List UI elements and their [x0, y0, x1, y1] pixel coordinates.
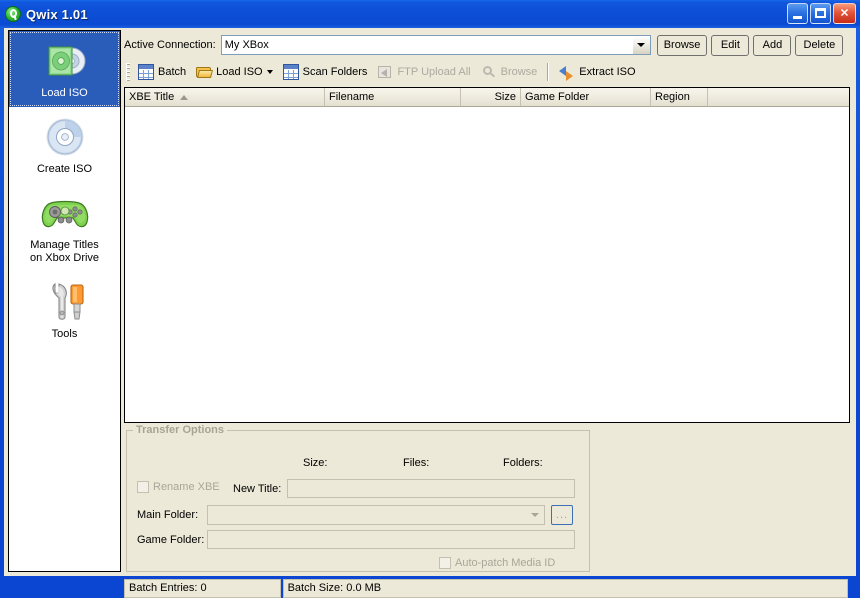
column-header-label: XBE Title — [129, 91, 175, 103]
column-header-filler — [708, 88, 849, 106]
list-body[interactable] — [125, 107, 849, 422]
main-folder-label: Main Folder: — [137, 509, 199, 521]
files-label: Files: — [403, 457, 430, 469]
column-header-label: Filename — [329, 91, 375, 103]
wrench-screwdriver-icon — [11, 279, 118, 325]
active-connection-combobox[interactable]: My XBox — [220, 35, 651, 55]
cd-disc-blue-icon — [11, 114, 118, 160]
sort-ascending-icon — [180, 94, 189, 100]
sidebar-item-tools[interactable]: Tools — [9, 272, 120, 348]
minimize-icon — [793, 16, 802, 19]
transfer-options-title: Transfer Options — [133, 424, 228, 436]
list-header: XBE Title Filename Size Game Folder Regi… — [125, 88, 849, 107]
column-header-xbe-title[interactable]: XBE Title — [125, 88, 325, 106]
toolbar-button-load-iso[interactable]: Load ISO — [191, 61, 277, 83]
toolbar-button-label: Browse — [500, 66, 538, 78]
grid-table-icon — [282, 64, 299, 80]
toolbar-button-label: Extract ISO — [579, 66, 636, 78]
qwix-logo-icon — [5, 6, 21, 22]
auto-patch-media-id-checkbox: Auto-patch Media ID — [439, 557, 555, 569]
column-header-size[interactable]: Size — [461, 88, 521, 106]
active-connection-label: Active Connection: — [124, 39, 216, 51]
title-list-view[interactable]: XBE Title Filename Size Game Folder Regi… — [124, 87, 850, 423]
chevron-down-icon — [531, 513, 539, 517]
main-folder-combobox — [207, 505, 545, 525]
edit-connection-button[interactable]: Edit — [711, 34, 750, 56]
client-area: Load ISO Create ISO Manage Titles on Xbo… — [4, 28, 856, 598]
close-button[interactable]: ✕ — [833, 3, 856, 24]
window-controls: ✕ — [787, 3, 856, 24]
new-title-input — [287, 479, 575, 498]
sidebar-item-label-line1: Manage Titles — [30, 239, 99, 251]
grid-table-icon — [138, 64, 154, 80]
status-batch-size: Batch Size: 0.0 MB — [282, 578, 848, 598]
close-icon: ✕ — [839, 7, 850, 19]
rename-xbe-label: Rename XBE — [153, 481, 220, 493]
browse-connection-button[interactable]: Browse — [656, 34, 708, 56]
toolbar-button-ftp-upload-all: FTP Upload All — [372, 61, 475, 83]
sidebar-item-label: Tools — [51, 328, 78, 340]
auto-patch-media-id-label: Auto-patch Media ID — [455, 557, 556, 569]
new-title-label: New Title: — [233, 483, 282, 495]
column-header-label: Game Folder — [525, 91, 590, 103]
toolbar-button-label: FTP Upload All — [397, 66, 471, 78]
window-title: Qwix 1.01 — [26, 6, 88, 22]
iso-disc-green-icon — [11, 38, 118, 84]
toolbar-button-extract-iso[interactable]: Extract ISO — [554, 61, 640, 83]
column-header-filename[interactable]: Filename — [325, 88, 461, 106]
sidebar-item-label: Manage Titles on Xbox Drive — [11, 239, 118, 265]
toolbar-button-label: Scan Folders — [302, 66, 368, 78]
game-folder-input — [207, 530, 575, 549]
toolbar-button-scan-folders[interactable]: Scan Folders — [278, 61, 373, 83]
game-folder-label: Game Folder: — [137, 534, 205, 546]
transfer-options-group: Transfer Options Size: Files: Folders: R… — [126, 424, 590, 572]
toolbar: Batch Load ISO Scan Folders FTP Upload A… — [124, 60, 850, 84]
maximize-icon — [815, 8, 826, 18]
extract-arrows-icon — [559, 64, 575, 81]
sidebar: Load ISO Create ISO Manage Titles on Xbo… — [8, 30, 121, 572]
main-folder-browse-button[interactable]: ... — [551, 505, 573, 525]
column-header-label: Region — [655, 91, 690, 103]
toolbar-button-browse: Browse — [476, 61, 543, 83]
size-label: Size: — [303, 457, 328, 469]
application-window: Qwix 1.01 ✕ Load ISO Create ISO Manage T… — [0, 0, 860, 598]
upload-icon — [377, 64, 393, 80]
status-batch-entries: Batch Entries: 0 — [124, 578, 281, 598]
active-connection-value: My XBox — [224, 39, 269, 51]
minimize-button[interactable] — [787, 3, 808, 24]
chevron-down-icon[interactable] — [266, 70, 273, 74]
toolbar-button-label: Batch — [158, 66, 187, 78]
sidebar-item-create-iso[interactable]: Create ISO — [9, 107, 120, 183]
chevron-down-icon[interactable] — [631, 36, 650, 54]
sidebar-item-label-line2: on Xbox Drive — [29, 252, 100, 264]
sidebar-item-manage-titles[interactable]: Manage Titles on Xbox Drive — [9, 183, 120, 272]
maximize-button[interactable] — [810, 3, 831, 24]
checkbox-icon — [439, 557, 451, 569]
toolbar-button-batch[interactable]: Batch — [133, 61, 191, 83]
rename-xbe-checkbox: Rename XBE — [137, 481, 220, 493]
sidebar-item-label: Create ISO — [36, 163, 93, 175]
column-header-label: Size — [494, 91, 516, 103]
xbox-controller-green-icon — [11, 190, 118, 236]
toolbar-grip[interactable] — [126, 63, 130, 81]
column-header-game-folder[interactable]: Game Folder — [521, 88, 651, 106]
open-folder-icon — [196, 64, 212, 80]
delete-connection-button[interactable]: Delete — [795, 34, 844, 56]
magnifier-icon — [481, 64, 497, 80]
main-pane: Active Connection: My XBox Browse Edit A… — [122, 30, 852, 598]
toolbar-separator — [547, 63, 550, 81]
status-bar: Batch Entries: 0 Batch Size: 0.0 MB — [124, 578, 850, 598]
toolbar-button-label: Load ISO — [216, 66, 263, 78]
column-header-region[interactable]: Region — [651, 88, 708, 106]
sidebar-item-load-iso[interactable]: Load ISO — [9, 31, 120, 107]
connection-bar: Active Connection: My XBox Browse Edit A… — [124, 34, 850, 56]
add-connection-button[interactable]: Add — [753, 34, 792, 56]
folders-label: Folders: — [503, 457, 543, 469]
sidebar-item-label: Load ISO — [41, 87, 88, 99]
checkbox-icon — [137, 481, 149, 493]
title-bar: Qwix 1.01 ✕ — [0, 0, 860, 28]
